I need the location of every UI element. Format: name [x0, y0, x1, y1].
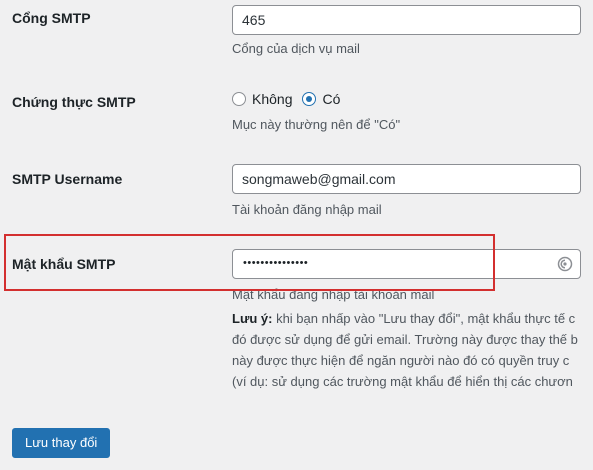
smtp-password-masked-value: ••••••••••••••• — [243, 257, 309, 269]
note-strong-label: Lưu ý: — [232, 311, 273, 326]
smtp-port-description: Cổng của dịch vụ mail — [232, 41, 360, 56]
smtp-port-input[interactable]: 465 — [232, 5, 581, 35]
smtp-username-input[interactable]: songmaweb@gmail.com — [232, 164, 581, 194]
eye-icon[interactable] — [557, 256, 573, 272]
smtp-auth-radio-yes[interactable] — [302, 92, 317, 106]
note-line-4: (ví dụ: sử dụng các trường mật khẩu để h… — [232, 374, 573, 389]
note-line-2: đó được sử dụng để gửi email. Trường này… — [232, 332, 578, 347]
smtp-username-description: Tài khoản đăng nhập mail — [232, 202, 382, 217]
smtp-auth-radio-group: Không Có — [232, 89, 350, 109]
note-line-1-text: khi bạn nhấp vào "Lưu thay đổi", mật khẩ… — [272, 311, 576, 326]
password-note: Lưu ý: khi bạn nhấp vào "Lưu thay đổi", … — [232, 308, 593, 392]
smtp-password-label: Mật khẩu SMTP — [12, 256, 116, 272]
smtp-auth-radio-yes-label[interactable]: Có — [322, 91, 340, 107]
smtp-auth-description: Mục này thường nên để "Có" — [232, 117, 401, 132]
smtp-port-label: Cổng SMTP — [12, 10, 91, 26]
smtp-auth-label: Chứng thực SMTP — [12, 94, 136, 110]
smtp-username-label: SMTP Username — [12, 171, 123, 187]
note-line-3: này được thực hiện để ngăn người nào đó … — [232, 353, 570, 368]
smtp-auth-radio-no-label[interactable]: Không — [252, 91, 292, 107]
smtp-password-description: Mật khẩu đăng nhập tài khoản mail — [232, 287, 435, 302]
note-line-1: Lưu ý: khi bạn nhấp vào "Lưu thay đổi", … — [232, 308, 593, 329]
save-changes-button[interactable]: Lưu thay đổi — [12, 428, 111, 458]
smtp-password-input[interactable]: ••••••••••••••• — [232, 249, 581, 279]
smtp-auth-radio-no[interactable] — [232, 92, 246, 106]
